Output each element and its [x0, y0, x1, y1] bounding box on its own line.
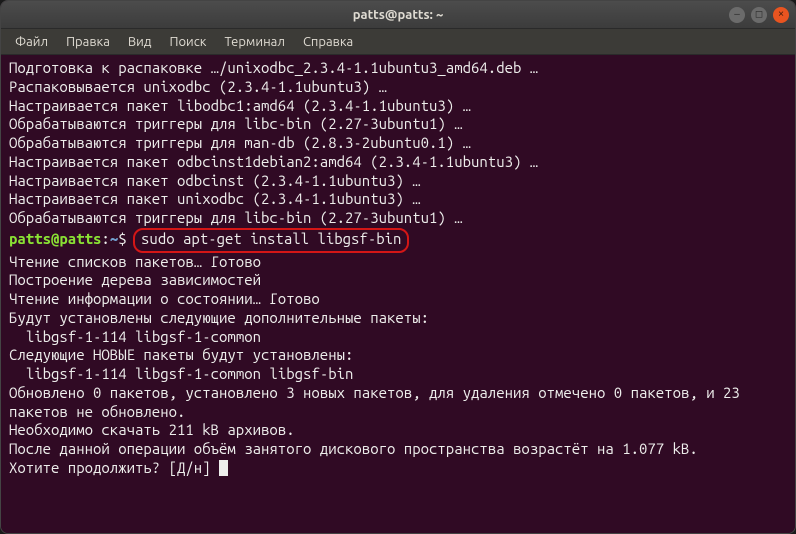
menubar: Файл Правка Вид Поиск Терминал Справка — [1, 29, 795, 55]
prompt-line: patts@patts:~$ sudo apt-get install libg… — [9, 228, 787, 253]
output-line: Чтение списков пакетов… Готово — [9, 253, 787, 272]
prompt-path: ~ — [110, 230, 118, 247]
command-highlight: sudo apt-get install libgsf-bin — [133, 228, 409, 253]
output-line: Следующие НОВЫЕ пакеты будут установлены… — [9, 346, 787, 365]
window-controls: – ◻ × — [729, 7, 789, 23]
titlebar: patts@patts: ~ – ◻ × — [1, 1, 795, 29]
prompt-userhost: patts@patts — [9, 230, 101, 247]
menu-help[interactable]: Справка — [295, 32, 361, 52]
continue-prompt: Хотите продолжить? [Д/н] — [9, 459, 219, 476]
close-button[interactable]: × — [773, 7, 789, 23]
menu-file[interactable]: Файл — [7, 32, 56, 52]
terminal-window: patts@patts: ~ – ◻ × Файл Правка Вид Пои… — [0, 0, 796, 534]
terminal-output[interactable]: Подготовка к распаковке …/unixodbc_2.3.4… — [1, 55, 795, 533]
output-line: Обрабатываются триггеры для man-db (2.8.… — [9, 134, 787, 153]
output-line: Необходимо скачать 211 kB архивов. — [9, 421, 787, 440]
output-line: После данной операции объём занятого дис… — [9, 440, 787, 459]
output-line: libgsf-1-114 libgsf-1-common — [9, 328, 787, 347]
output-line: Настраивается пакет odbcinst (2.3.4-1.1u… — [9, 172, 787, 191]
window-title: patts@patts: ~ — [353, 8, 444, 22]
cursor — [219, 460, 228, 476]
output-line: Настраивается пакет unixodbc (2.3.4-1.1u… — [9, 190, 787, 209]
output-line: Настраивается пакет odbcinst1debian2:amd… — [9, 153, 787, 172]
output-line: Подготовка к распаковке …/unixodbc_2.3.4… — [9, 59, 787, 78]
output-line: Распаковывается unixodbc (2.3.4-1.1ubunt… — [9, 78, 787, 97]
output-line: Обрабатываются триггеры для libc-bin (2.… — [9, 209, 787, 228]
output-line: Обновлено 0 пакетов, установлено 3 новых… — [9, 384, 787, 422]
menu-terminal[interactable]: Терминал — [216, 32, 292, 52]
output-line: libgsf-1-114 libgsf-1-common libgsf-bin — [9, 365, 787, 384]
menu-view[interactable]: Вид — [120, 32, 160, 52]
menu-edit[interactable]: Правка — [58, 32, 118, 52]
output-line: Построение дерева зависимостей — [9, 271, 787, 290]
maximize-button[interactable]: ◻ — [751, 7, 767, 23]
prompt-dollar: $ — [118, 230, 126, 247]
menu-search[interactable]: Поиск — [161, 32, 214, 52]
prompt-colon: : — [101, 230, 109, 247]
output-line: Будут установлены следующие дополнительн… — [9, 309, 787, 328]
output-line: Настраивается пакет libodbc1:amd64 (2.3.… — [9, 97, 787, 116]
output-line: Обрабатываются триггеры для libc-bin (2.… — [9, 115, 787, 134]
output-line: Чтение информации о состоянии… Готово — [9, 290, 787, 309]
minimize-button[interactable]: – — [729, 7, 745, 23]
output-line: Хотите продолжить? [Д/н] — [9, 459, 787, 478]
command-text: sudo apt-get install libgsf-bin — [141, 230, 401, 247]
